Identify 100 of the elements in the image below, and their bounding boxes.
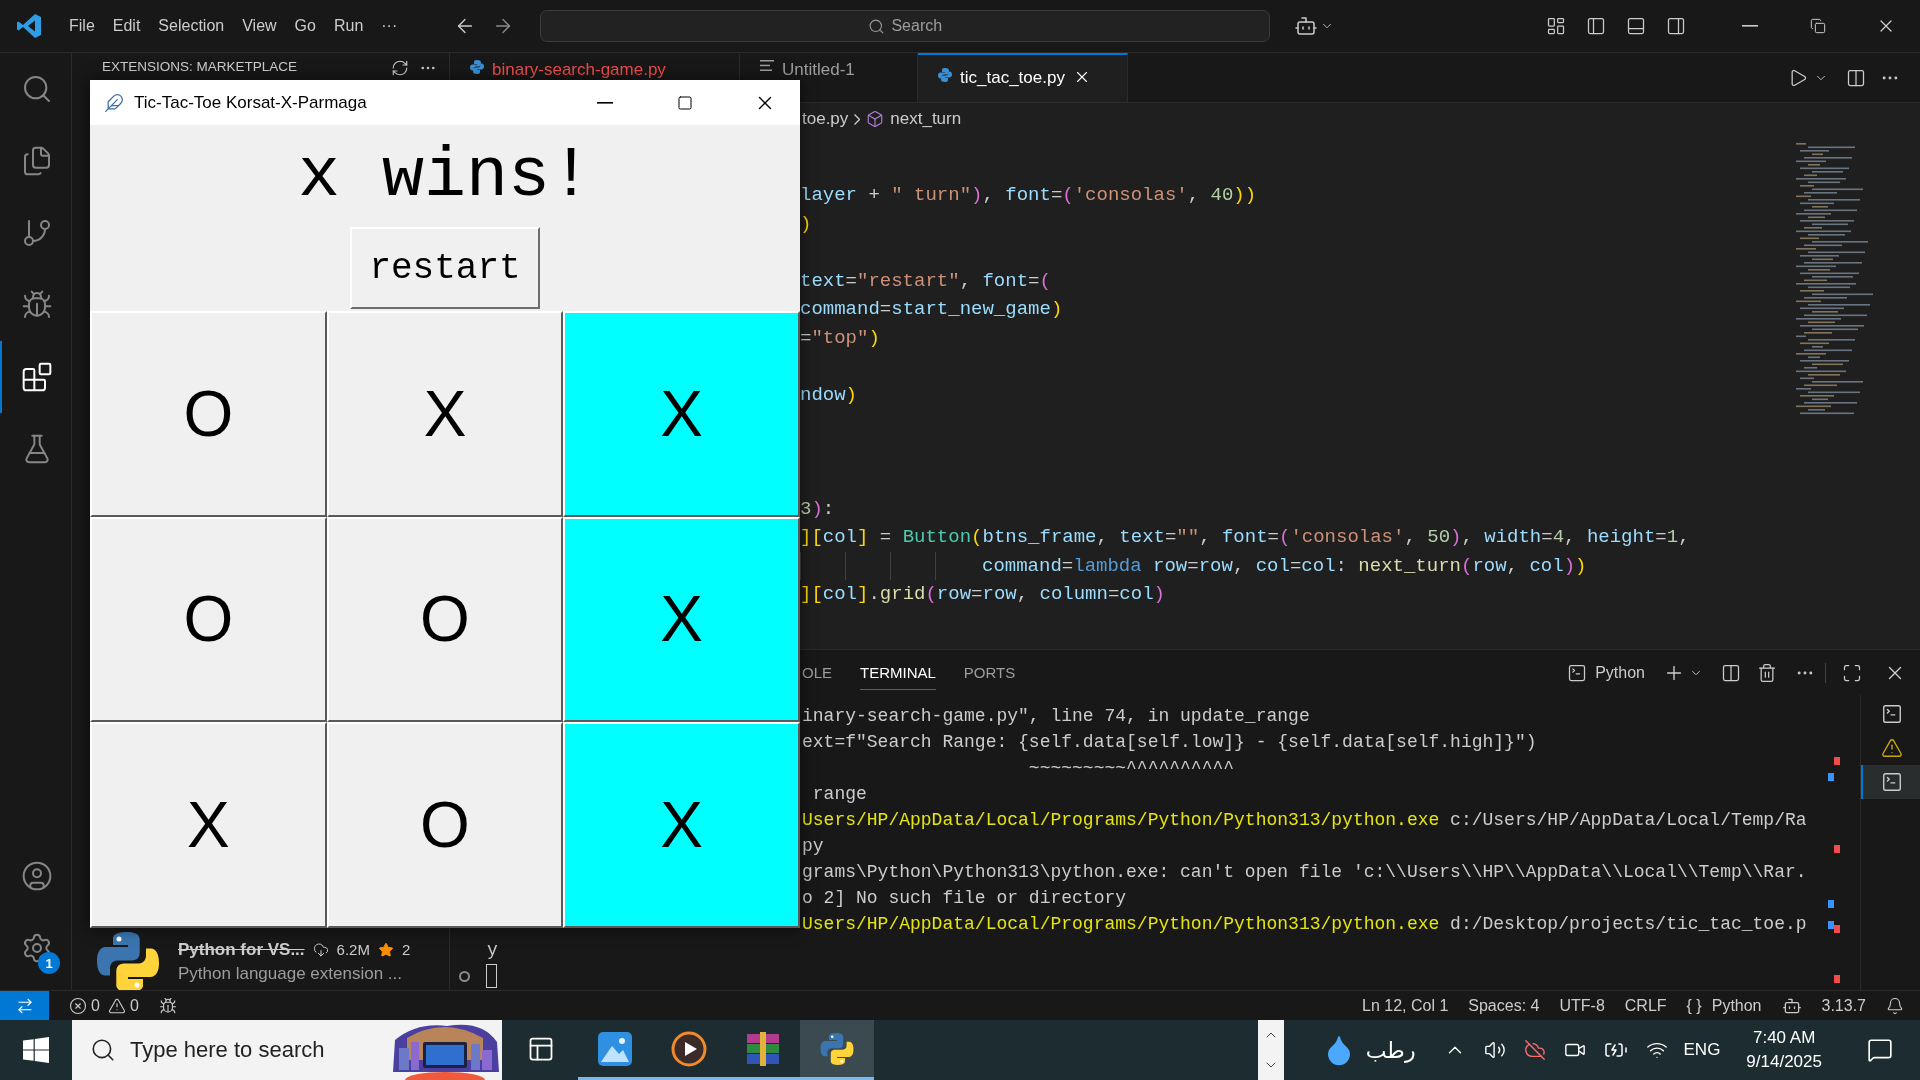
star-icon — [377, 941, 394, 958]
encoding[interactable]: UTF-8 — [1549, 990, 1615, 1021]
remote-button[interactable] — [0, 990, 49, 1021]
branch-icon — [21, 217, 53, 249]
extension-name: Python for VS... — [178, 939, 305, 960]
scroll-arrows[interactable] — [1257, 1020, 1284, 1080]
refresh-icon[interactable] — [391, 59, 409, 77]
cursor-position[interactable]: Ln 12, Col 1 — [1352, 990, 1459, 1021]
taskbar-search-field[interactable]: Type here to search — [72, 1020, 502, 1080]
python-version[interactable]: 3.13.7 — [1811, 990, 1876, 1021]
cube-icon — [866, 110, 885, 128]
extension-item[interactable]: Python for VS... 6.2M 2 Python language extension ... — [72, 933, 449, 990]
feather-icon — [104, 92, 124, 113]
terminal-line: py — [802, 835, 824, 858]
restore-icon — [1810, 18, 1826, 34]
notification-badge: 1 — [38, 952, 60, 974]
window-title: Tic-Tac-Toe Korsat-X-Parmaga — [134, 92, 368, 113]
books-icon — [745, 1031, 781, 1066]
chevron-right-icon — [854, 113, 861, 125]
board-cell[interactable]: O — [90, 311, 327, 517]
board-cell[interactable]: O — [90, 516, 327, 723]
menu-item[interactable]: File — [60, 13, 104, 39]
panel-right-icon — [1666, 16, 1686, 36]
board-cell[interactable]: X — [326, 311, 564, 517]
search-icon — [868, 17, 886, 35]
menu-item[interactable]: Selection — [149, 13, 234, 39]
terminal-shell-button[interactable]: Python — [1561, 656, 1651, 689]
problems-button[interactable]: 0 0 — [59, 990, 149, 1021]
panel-tab[interactable]: PORTS — [963, 655, 1016, 690]
indentation[interactable]: Spaces: 4 — [1458, 990, 1550, 1021]
input-language[interactable]: ENG — [1675, 1040, 1729, 1060]
board-cell[interactable]: X — [563, 516, 800, 723]
breadcrumb-item[interactable]: toe.py — [802, 109, 849, 129]
board-cell[interactable]: X — [563, 311, 800, 517]
sidebar-title: EXTENSIONS: MARKETPLACE — [102, 59, 299, 74]
account-icon — [21, 860, 53, 892]
terminal-icon — [1567, 662, 1588, 683]
cloud-error-icon[interactable] — [1523, 1039, 1546, 1061]
panel-tab[interactable]: OLE — [802, 655, 832, 690]
line-ending[interactable]: CRLF — [1614, 990, 1677, 1021]
status-message: x wins! — [297, 136, 593, 218]
manage-button[interactable]: 1 — [0, 912, 72, 984]
terminal-line: Users/HP/AppData/Local/Programs/Python/Python313/python.exe d:/Desktop/projects/tic_tac_toe.p — [802, 913, 1807, 936]
terminal-cursor — [486, 964, 497, 988]
code-line: command=start_new_game) — [800, 297, 1063, 322]
code-line: layer + " turn"), font=('consolas', 40)) — [800, 183, 1257, 208]
clock[interactable]: 7:40 AM 9/14/2025 — [1736, 1028, 1832, 1072]
board-cell[interactable]: X — [90, 722, 327, 928]
code-line: ][col].grid(row=row, column=col) — [800, 582, 1165, 607]
app-logo-icon — [16, 13, 42, 39]
command-marker-icon — [459, 970, 470, 982]
code-line: ][col] = Button(btns_frame, text="", font=('consolas', 50), width=4, height=1, — [800, 525, 1690, 550]
weather-widget[interactable]: رطب — [1291, 1033, 1436, 1067]
terminal-line: y — [487, 939, 498, 962]
speaker-icon[interactable] — [1483, 1039, 1506, 1061]
download-icon — [312, 941, 329, 958]
robot-icon — [1294, 14, 1319, 38]
split-editor-icon[interactable] — [1846, 67, 1866, 88]
menu-item[interactable]: View — [233, 13, 286, 39]
maximize-icon — [677, 94, 693, 111]
error-icon — [69, 996, 87, 1015]
photos-icon — [598, 1031, 632, 1066]
rating: 2 — [401, 941, 411, 958]
code-line: command=lambda row=row, col=col: next_turn(row, col)) — [982, 553, 1587, 579]
terminal-line: range — [811, 783, 867, 806]
editor-tab[interactable]: tic_tac_toe.py — [918, 53, 1128, 102]
remote-icon — [15, 996, 34, 1015]
breadcrumb-item[interactable]: next_turn — [890, 109, 962, 129]
maximize-icon[interactable] — [1842, 662, 1862, 683]
command-search-field[interactable]: Search — [540, 10, 1271, 42]
terminal-session[interactable] — [1861, 765, 1920, 799]
bell-icon — [1886, 996, 1904, 1015]
restart-button[interactable]: restart — [350, 227, 540, 309]
menu-item[interactable]: Edit — [103, 13, 150, 39]
code-line: ndow) — [800, 382, 857, 408]
board-cell[interactable]: O — [326, 722, 564, 928]
extensions-icon — [21, 361, 53, 393]
language-mode[interactable]: { } Python — [1676, 990, 1772, 1021]
windows-logo-icon[interactable] — [23, 1037, 49, 1063]
panel-bottom-icon — [1626, 16, 1646, 36]
menu-item[interactable]: Go — [285, 13, 325, 39]
code-line: text="restart", font=( — [800, 268, 1051, 294]
taskbar-app[interactable] — [800, 1020, 874, 1080]
minimize-icon — [597, 101, 613, 104]
menu-item[interactable]: Run — [324, 13, 373, 39]
play-icon — [671, 1030, 707, 1067]
board-cell[interactable]: X — [563, 722, 800, 928]
terminal-line: ~~~~~~~~~^^^^^^^^^^ — [1027, 757, 1235, 780]
panel-left-icon — [1586, 16, 1606, 36]
search-icon — [21, 73, 53, 105]
trash-icon[interactable] — [1757, 662, 1777, 683]
code-line: ) — [800, 211, 812, 237]
terminal-line: ext=f"Search Range: {self.data[self.low]} - {self.data[self.high]}") — [802, 731, 1537, 754]
split-terminal-icon[interactable] — [1721, 662, 1741, 683]
board-cell[interactable]: O — [326, 516, 564, 723]
message-icon — [1867, 1037, 1893, 1063]
menu-item[interactable]: ··· — [372, 13, 407, 39]
search-icon — [90, 1037, 116, 1063]
warning-icon — [1880, 737, 1903, 759]
panel-tab[interactable]: TERMINAL — [860, 655, 936, 690]
